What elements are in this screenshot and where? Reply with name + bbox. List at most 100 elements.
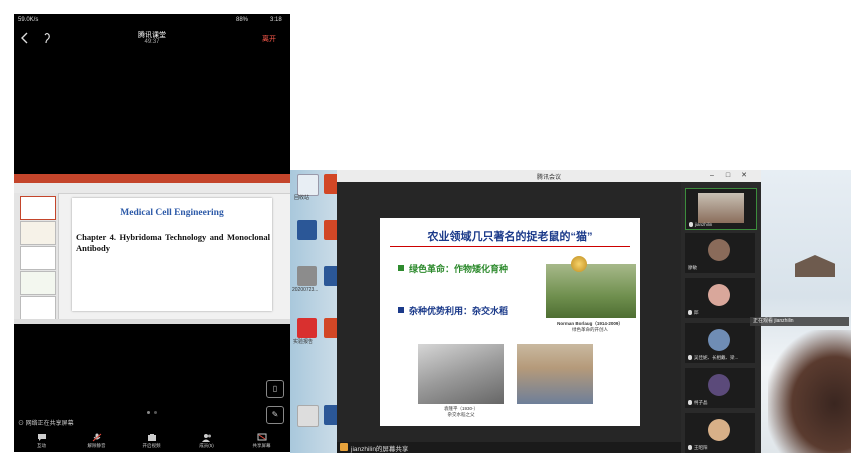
image-file-icon[interactable] bbox=[297, 266, 317, 286]
unmute-button[interactable]: 解除静音 bbox=[69, 432, 124, 449]
participant-name: 吴佳妮、长相戴、梁... bbox=[688, 355, 738, 361]
slide-thumbnail bbox=[20, 271, 56, 295]
bullet-text: 杂种优势利用：杂交水稻 bbox=[409, 306, 509, 316]
participant-tile[interactable]: 邱 bbox=[685, 278, 755, 318]
members-button[interactable]: 成员(5) bbox=[179, 432, 234, 449]
bottom-label: 互动 bbox=[37, 443, 46, 448]
leave-button[interactable]: 离开 bbox=[262, 34, 276, 44]
recycle-bin-icon[interactable] bbox=[297, 174, 319, 196]
share-screen-button[interactable]: 共享屏幕 bbox=[234, 432, 289, 449]
slide-thumbnail bbox=[20, 221, 56, 245]
participant-name: jianzhilin bbox=[689, 222, 712, 227]
two-scientists-photo bbox=[517, 344, 593, 404]
participant-tile[interactable]: 柯子晶 bbox=[685, 368, 755, 408]
mic-icon bbox=[688, 355, 692, 360]
avatar bbox=[708, 284, 730, 306]
avatar bbox=[708, 329, 730, 351]
participant-tile[interactable]: 廖敏 bbox=[685, 233, 755, 273]
share-screen-icon bbox=[257, 433, 266, 441]
pdf-file-icon[interactable] bbox=[297, 318, 317, 338]
page-indicator-dot bbox=[154, 411, 157, 414]
slide-heading: Chapter 4. Hybridoma Technology and Mono… bbox=[76, 232, 270, 253]
status-bar: 59.0K/s 88% 3:18 bbox=[14, 14, 290, 28]
share-badge-icon bbox=[340, 443, 348, 451]
nobel-medal-icon bbox=[571, 256, 587, 272]
borlaug-photo bbox=[546, 264, 636, 318]
page-indicator-dot bbox=[147, 411, 150, 414]
participant-name: 柯子晶 bbox=[688, 400, 708, 406]
clock: 3:18 bbox=[270, 17, 282, 23]
bottom-label: 成员(5) bbox=[199, 443, 214, 448]
mic-icon bbox=[688, 310, 692, 315]
photo-caption: 杂交水稻之父 bbox=[447, 412, 475, 417]
photo-caption: 绿色革命的开创人 bbox=[572, 327, 608, 332]
participant-tile[interactable]: 吴佳妮、长相戴、梁... bbox=[685, 323, 755, 363]
desktop-icon-label: 实验报告 bbox=[293, 339, 314, 345]
mic-icon bbox=[688, 445, 692, 450]
share-status-bar: jianzhilin的屏幕共享 bbox=[337, 442, 681, 453]
slide-title: 农业领域几只著名的捉老鼠的“猫” bbox=[427, 231, 593, 243]
shared-presentation: Medical Cell Engineering Chapter 4. Hybr… bbox=[14, 174, 290, 324]
maximize-icon[interactable]: □ bbox=[723, 171, 733, 181]
bullet-item: 杂种优势利用：杂交水稻 bbox=[398, 304, 508, 317]
participant-list: jianzhilin 廖敏 邱 吴佳妮、长相戴、梁... 柯子晶 王昭阳 bbox=[681, 182, 761, 453]
camera-icon bbox=[147, 434, 156, 441]
members-icon bbox=[201, 434, 211, 442]
participant-name: 廖敏 bbox=[688, 265, 697, 270]
viewing-toast: 正在观看 jianzhilin bbox=[750, 317, 849, 326]
participant-name: 王昭阳 bbox=[688, 445, 708, 451]
mic-icon bbox=[689, 222, 693, 227]
battery-level: 88% bbox=[236, 17, 249, 23]
bullet-icon bbox=[398, 265, 404, 271]
desktop-icon-label: 回收站 bbox=[294, 195, 310, 201]
slide-thumbnails bbox=[14, 193, 59, 320]
close-icon[interactable]: ✕ bbox=[739, 171, 749, 181]
bottom-label: 共享屏幕 bbox=[252, 443, 271, 448]
yuan-longping-photo bbox=[418, 344, 504, 404]
chat-icon bbox=[37, 434, 46, 441]
network-speed: 59.0K/s bbox=[18, 17, 39, 23]
title-underline bbox=[390, 246, 630, 247]
bullet-icon bbox=[398, 307, 404, 313]
screen-share-area: 农业领域几只著名的捉老鼠的“猫” 绿色革命：作物矮化育种 杂种优势利用：杂交水稻… bbox=[337, 182, 681, 442]
folder-icon[interactable] bbox=[297, 405, 319, 427]
participant-tile[interactable]: jianzhilin bbox=[685, 188, 757, 230]
slide-thumbnail bbox=[20, 296, 56, 320]
annotate-icon[interactable]: ✎ bbox=[266, 406, 284, 424]
slide-thumbnail bbox=[20, 246, 56, 270]
sharing-notice: ⊙ 网络正在共享屏幕 bbox=[18, 421, 74, 427]
desktop-screen: 回收站 20200723... 实验报告 腾讯会议 – □ ✕ 农业领域几只著名… bbox=[290, 170, 851, 453]
mic-icon bbox=[688, 400, 692, 405]
slide-title: Medical Cell Engineering bbox=[120, 208, 224, 218]
meeting-timer: 49:37 bbox=[144, 39, 160, 45]
mic-icon bbox=[92, 433, 101, 442]
avatar bbox=[708, 419, 730, 441]
share-owner-label: jianzhilin的屏幕共享 bbox=[351, 446, 409, 453]
bottom-toolbar: 互动 解除静音 开启视频 成员(5) 共享屏幕 bbox=[14, 432, 290, 452]
desktop-icon-label: 20200723... bbox=[292, 287, 319, 293]
word-file-icon[interactable] bbox=[297, 220, 317, 240]
slide-thumbnail bbox=[20, 196, 56, 220]
chat-button[interactable]: 互动 bbox=[14, 432, 69, 449]
video-button[interactable]: 开启视频 bbox=[124, 432, 179, 449]
bullet-item: 绿色革命：作物矮化育种 bbox=[398, 262, 508, 275]
current-slide: Medical Cell Engineering Chapter 4. Hybr… bbox=[72, 198, 272, 311]
avatar bbox=[708, 374, 730, 396]
ppt-ribbon bbox=[14, 174, 290, 183]
bottom-label: 解除静音 bbox=[87, 443, 106, 448]
window-title: 腾讯会议 bbox=[536, 175, 561, 181]
phone-screen: 59.0K/s 88% 3:18 腾讯课堂 49:37 离开 Medical C… bbox=[14, 14, 290, 452]
rotate-screen-icon[interactable]: ▯ bbox=[266, 380, 284, 398]
wallpaper-person bbox=[768, 330, 851, 453]
bottom-label: 开启视频 bbox=[142, 443, 161, 448]
avatar bbox=[708, 239, 730, 261]
shared-slide: 农业领域几只著名的捉老鼠的“猫” 绿色革命：作物矮化育种 杂种优势利用：杂交水稻… bbox=[380, 218, 640, 426]
window-titlebar: 腾讯会议 – □ ✕ bbox=[337, 170, 761, 182]
participant-tile[interactable]: 王昭阳 bbox=[685, 413, 755, 453]
participant-video bbox=[698, 193, 744, 223]
bullet-text: 绿色革命：作物矮化育种 bbox=[409, 264, 509, 274]
minimize-icon[interactable]: – bbox=[707, 171, 717, 181]
ppt-statusbar bbox=[14, 319, 290, 324]
participant-name: 邱 bbox=[688, 310, 699, 316]
meeting-window: 腾讯会议 – □ ✕ 农业领域几只著名的捉老鼠的“猫” 绿色革命：作物矮化育种 … bbox=[337, 170, 761, 453]
